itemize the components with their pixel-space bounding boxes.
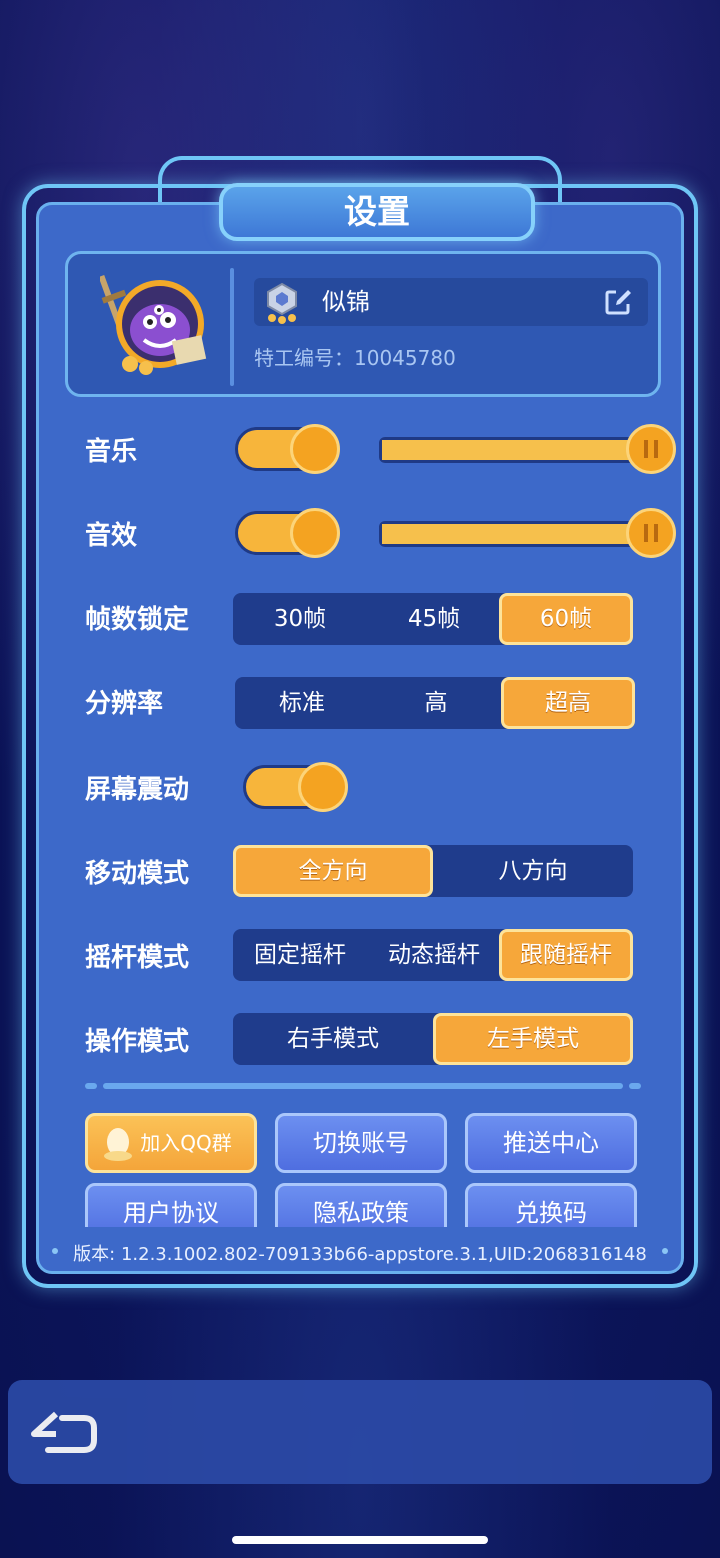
slider-thumb[interactable] xyxy=(626,508,676,558)
user-agreement-button[interactable]: 用户协议 xyxy=(85,1183,257,1227)
fps-option-30[interactable]: 30帧 xyxy=(233,593,367,645)
section-divider xyxy=(85,1083,641,1089)
toggle-knob xyxy=(290,424,340,474)
switch-account-button[interactable]: 切换账号 xyxy=(275,1113,447,1173)
joystick-option-follow[interactable]: 跟随摇杆 xyxy=(499,929,633,981)
push-center-button[interactable]: 推送中心 xyxy=(465,1113,637,1173)
name-bar: 似锦 xyxy=(254,278,648,326)
move-mode-option-eight[interactable]: 八方向 xyxy=(433,845,633,897)
operate-option-left[interactable]: 左手模式 xyxy=(433,1013,633,1065)
avatar[interactable] xyxy=(98,268,212,380)
vibration-toggle[interactable] xyxy=(243,762,348,812)
edit-icon[interactable] xyxy=(604,288,632,316)
operate-mode-label: 操作模式 xyxy=(85,1027,190,1057)
fps-selector: 30帧 45帧 60帧 xyxy=(233,593,633,645)
sfx-toggle[interactable] xyxy=(235,508,340,558)
resolution-option-standard[interactable]: 标准 xyxy=(235,677,369,729)
music-toggle[interactable] xyxy=(235,424,340,474)
joystick-option-fixed[interactable]: 固定摇杆 xyxy=(233,929,367,981)
player-name: 似锦 xyxy=(322,288,370,316)
slider-fill xyxy=(382,440,654,460)
bottom-bar xyxy=(8,1380,712,1484)
resolution-selector: 标准 高 超高 xyxy=(235,677,635,729)
pause-bars-icon xyxy=(644,440,658,458)
join-qq-label: 加入QQ群 xyxy=(140,1131,232,1155)
back-arrow-icon[interactable] xyxy=(28,1410,100,1454)
profile-divider xyxy=(230,268,234,386)
redeem-code-button[interactable]: 兑换码 xyxy=(465,1183,637,1227)
fps-option-45[interactable]: 45帧 xyxy=(367,593,501,645)
settings-panel: 设置 似锦 特工编号：10045780 音乐 音效 帧数锁定 30帧 45帧 6… xyxy=(22,156,698,1288)
toggle-knob xyxy=(290,508,340,558)
buttons-row-2-clip: 用户协议 隐私政策 兑换码 xyxy=(39,1179,687,1227)
panel-body: 设置 似锦 特工编号：10045780 音乐 音效 帧数锁定 30帧 45帧 6… xyxy=(36,183,687,1274)
resolution-option-high[interactable]: 高 xyxy=(369,677,503,729)
resolution-label: 分辨率 xyxy=(85,689,164,719)
joystick-option-dynamic[interactable]: 动态摇杆 xyxy=(367,929,501,981)
resolution-option-ultra[interactable]: 超高 xyxy=(501,677,635,729)
profile-card: 似锦 特工编号：10045780 xyxy=(65,251,661,397)
pause-bars-icon xyxy=(644,524,658,542)
version-text: 版本: 1.2.3.1002.802-709133b66-appstore.3.… xyxy=(73,1244,647,1265)
vibration-label: 屏幕震动 xyxy=(85,775,190,805)
fps-label: 帧数锁定 xyxy=(85,605,190,635)
qq-penguin-icon xyxy=(102,1126,134,1162)
move-mode-label: 移动模式 xyxy=(85,859,190,889)
silver-rank-badge-icon xyxy=(260,280,304,324)
music-label: 音乐 xyxy=(85,437,138,467)
slider-fill xyxy=(382,524,654,544)
sfx-volume-slider[interactable] xyxy=(379,508,676,558)
sfx-label: 音效 xyxy=(85,521,138,551)
privacy-policy-button[interactable]: 隐私政策 xyxy=(275,1183,447,1227)
home-indicator xyxy=(232,1536,488,1544)
joystick-mode-selector: 固定摇杆 动态摇杆 跟随摇杆 xyxy=(233,929,633,981)
page-title: 设置 xyxy=(344,192,410,231)
fps-option-60[interactable]: 60帧 xyxy=(499,593,633,645)
agent-id: 特工编号：10045780 xyxy=(254,346,456,370)
join-qq-group-button[interactable]: 加入QQ群 xyxy=(85,1113,257,1173)
move-mode-selector: 全方向 八方向 xyxy=(233,845,633,897)
operate-mode-selector: 右手模式 左手模式 xyxy=(233,1013,633,1065)
joystick-mode-label: 摇杆模式 xyxy=(85,943,190,973)
move-mode-option-omni[interactable]: 全方向 xyxy=(233,845,433,897)
music-volume-slider[interactable] xyxy=(379,424,676,474)
slider-thumb[interactable] xyxy=(626,424,676,474)
operate-option-right[interactable]: 右手模式 xyxy=(233,1013,433,1065)
toggle-knob xyxy=(298,762,348,812)
